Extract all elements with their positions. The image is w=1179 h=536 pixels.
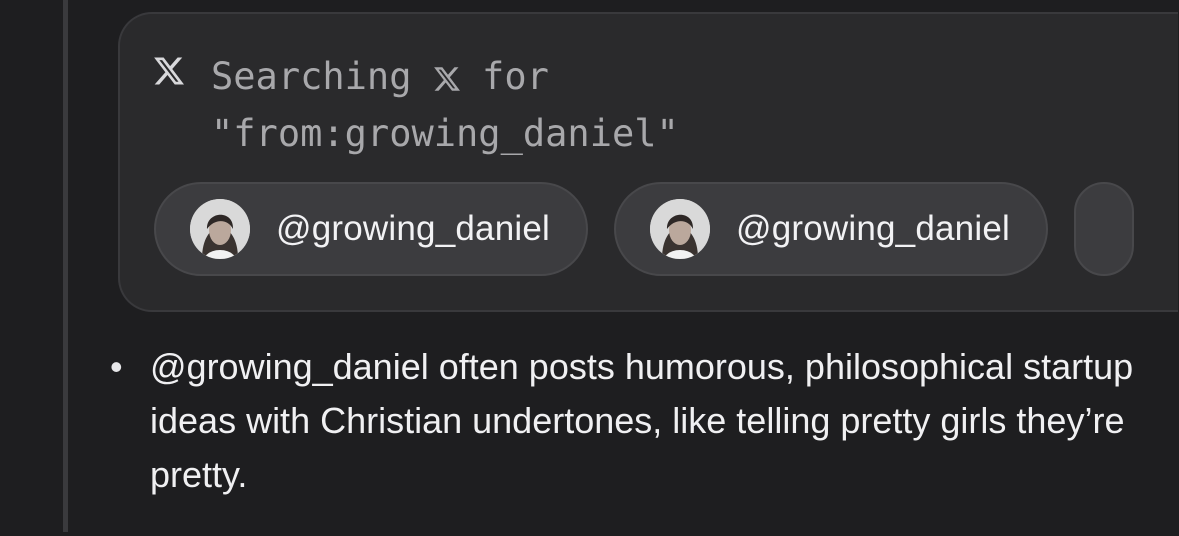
chat-response: Searching for "from:growing_daniel" @grow… [0,0,1179,536]
summary-text: @growing_daniel often posts humorous, ph… [150,346,1134,495]
avatar [190,199,250,259]
thread-divider [63,0,68,532]
search-prefix: Searching [211,55,412,98]
search-query: "from:growing_daniel" [211,112,679,155]
result-chip[interactable]: @growing_daniel [154,182,588,276]
avatar [649,199,710,259]
result-handle: @growing_daniel [276,209,550,248]
result-chips: @growing_daniel @growing_daniel [154,182,1134,276]
result-handle: @growing_daniel [735,209,1010,248]
profile-photo-avatar [190,199,250,259]
result-chip[interactable]: @growing_daniel [613,182,1048,276]
search-status: Searching for "from:growing_daniel" [211,48,679,162]
search-suffix: for [482,55,549,98]
result-chip-partial[interactable] [1073,182,1134,276]
list-bullet: • [110,346,123,387]
x-search-card: Searching for "from:growing_daniel" @grow… [118,12,1178,312]
x-platform-icon [433,67,460,91]
profile-photo-avatar [649,199,710,259]
x-logo-icon [154,57,184,85]
